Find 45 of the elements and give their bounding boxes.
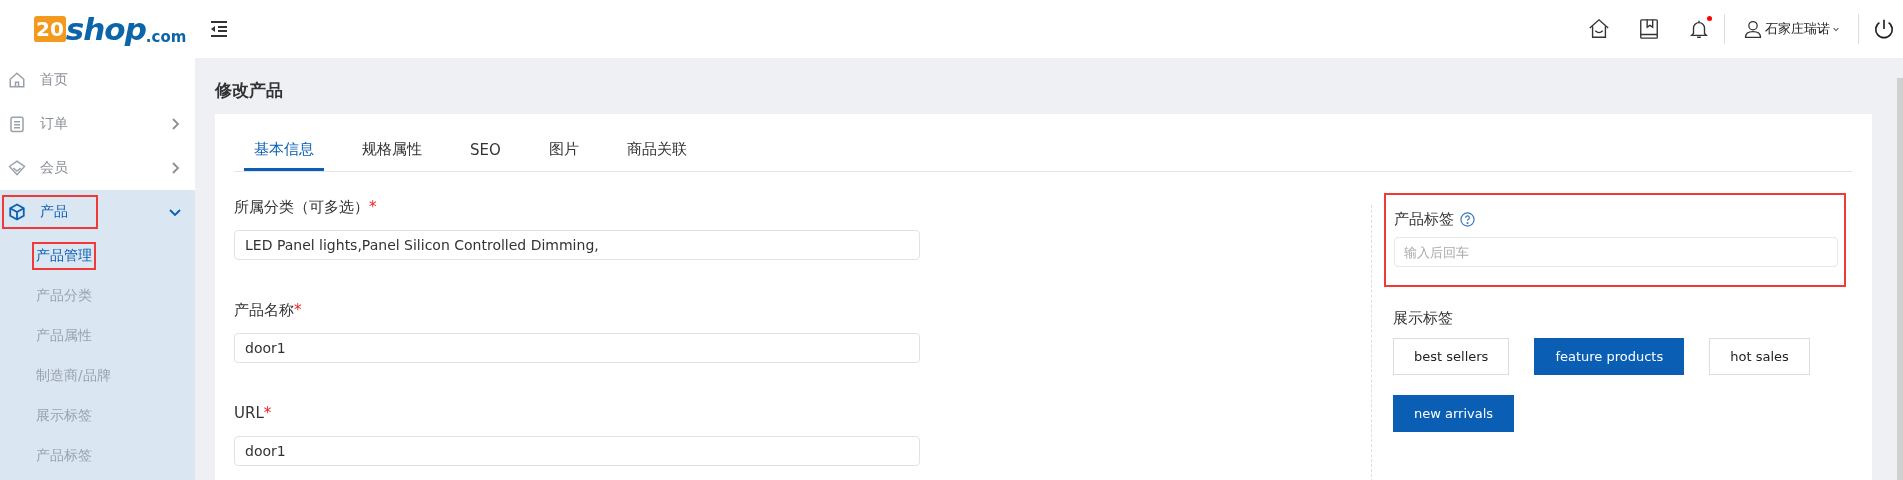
tag-option-button[interactable]: hot sales — [1709, 338, 1810, 375]
tab[interactable]: 规格属性 — [352, 140, 432, 171]
sidebar-subitem-label: 产品分类 — [35, 286, 93, 305]
tag-input-field[interactable]: 输入后回车 — [1394, 237, 1838, 267]
cube-icon — [8, 203, 26, 221]
book-icon[interactable] — [1638, 18, 1660, 40]
sidebar-label: 会员 — [40, 159, 68, 177]
user-icon — [1743, 19, 1763, 39]
sidebar-item[interactable]: 产品 — [0, 190, 195, 234]
field-label: URL* — [234, 404, 273, 424]
menu-collapse-icon[interactable] — [210, 20, 229, 38]
diamond-icon — [8, 159, 26, 177]
text-field[interactable]: door1 — [234, 333, 920, 363]
sidebar-label: 首页 — [40, 71, 68, 89]
tab[interactable]: 基本信息 — [244, 140, 324, 171]
sidebar-subitem-label: 产品管理 — [32, 242, 96, 270]
field-label: 展示标签 — [1393, 309, 1454, 328]
sidebar-subitem-label: 产品属性 — [35, 326, 93, 345]
tag-option-button[interactable]: new arrivals — [1393, 395, 1515, 432]
tab[interactable]: SEO — [460, 141, 511, 171]
text-field[interactable]: LED Panel lights,Panel Silicon Controlled Dimming, — [234, 230, 920, 260]
field-label: 产品标签 — [1394, 209, 1454, 229]
tag-option-button[interactable]: best sellers — [1393, 338, 1510, 375]
tab[interactable]: 图片 — [538, 140, 589, 171]
tab[interactable]: 商品关联 — [616, 140, 697, 171]
text-field[interactable]: door1 — [234, 436, 920, 466]
field-label: 产品名称* — [234, 301, 303, 321]
sidebar-subitem-label: 产品标签 — [35, 446, 93, 465]
home-icon — [8, 71, 26, 89]
bell-icon[interactable] — [1688, 18, 1710, 40]
logo[interactable]: 20shop.com — [34, 5, 193, 53]
home-icon[interactable] — [1588, 18, 1610, 40]
page-title: 修改产品 — [215, 78, 284, 102]
sidebar-subitem-label: 制造商/品牌 — [35, 366, 112, 385]
tag-option-button[interactable]: feature products — [1534, 338, 1685, 375]
help-icon[interactable] — [1460, 211, 1475, 227]
user-menu[interactable]: 石家庄瑞诺 — [1739, 19, 1844, 39]
field-label: 所属分类（可多选）* — [234, 198, 378, 218]
sidebar-subitem-label: 展示标签 — [35, 406, 93, 425]
sidebar-subitem[interactable]: 产品管理 — [0, 236, 195, 276]
sidebar-label: 订单 — [40, 115, 68, 133]
clipboard-icon — [8, 115, 26, 133]
sidebar-label: 产品 — [40, 203, 68, 221]
caret-icon — [1832, 25, 1840, 33]
power-icon[interactable] — [1873, 18, 1895, 40]
